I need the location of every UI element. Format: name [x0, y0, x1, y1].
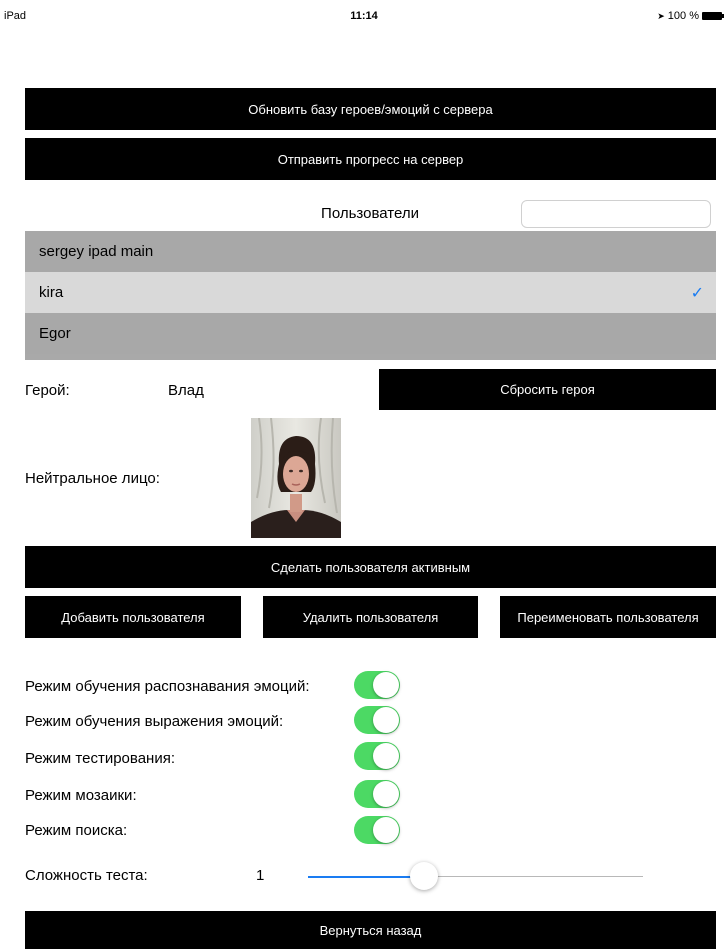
mode-label-testing: Режим тестирования:	[25, 750, 175, 767]
user-name: Egor	[39, 325, 71, 342]
neutral-face-photo	[251, 418, 341, 538]
status-bar: iPad 11:14 ➤ 100 %	[0, 0, 728, 30]
toggle-knob	[373, 817, 399, 843]
status-time: 11:14	[350, 10, 378, 22]
list-item[interactable]: sergey ipad main	[25, 231, 716, 272]
face-photo-image	[251, 418, 341, 538]
reset-hero-button[interactable]: Сбросить героя	[379, 369, 716, 410]
recognition-training-toggle[interactable]	[354, 671, 400, 699]
list-item[interactable]: Egor	[25, 313, 716, 354]
mode-label-search: Режим поиска:	[25, 822, 128, 839]
toggle-knob	[373, 672, 399, 698]
toggle-knob	[373, 781, 399, 807]
difficulty-slider-track-filled[interactable]	[308, 876, 425, 878]
difficulty-label: Сложность теста:	[25, 867, 148, 884]
user-name: kira	[39, 284, 64, 301]
battery-icon	[702, 12, 724, 20]
location-arrow-icon: ➤	[657, 10, 665, 21]
mode-label-recognition-training: Режим обучения распознавания эмоций:	[25, 678, 310, 695]
back-button[interactable]: Вернуться назад	[25, 911, 716, 949]
mosaic-mode-toggle[interactable]	[354, 780, 400, 808]
expression-training-toggle[interactable]	[354, 706, 400, 734]
user-name: sergey ipad main	[39, 243, 154, 260]
hero-label: Герой:	[25, 382, 70, 399]
add-user-button[interactable]: Добавить пользователя	[25, 596, 241, 638]
search-mode-toggle[interactable]	[354, 816, 400, 844]
user-search-input[interactable]	[521, 200, 711, 228]
toggle-knob	[373, 743, 399, 769]
delete-user-button[interactable]: Удалить пользователя	[263, 596, 478, 638]
neutral-face-label: Нейтральное лицо:	[25, 470, 160, 487]
mode-label-mosaic: Режим мозаики:	[25, 787, 137, 804]
update-database-button[interactable]: Обновить базу героев/эмоций с сервера	[25, 88, 716, 130]
testing-mode-toggle[interactable]	[354, 742, 400, 770]
status-right: ➤ 100 %	[657, 10, 724, 22]
difficulty-value: 1	[256, 867, 265, 884]
send-progress-button[interactable]: Отправить прогресс на сервер	[25, 138, 716, 180]
users-list[interactable]: sergey ipad main kira ✓ Egor	[25, 231, 716, 360]
list-item-selected[interactable]: kira ✓	[25, 272, 716, 313]
rename-user-button[interactable]: Переименовать пользователя	[500, 596, 716, 638]
toggle-knob	[373, 707, 399, 733]
difficulty-slider-track[interactable]	[425, 876, 643, 877]
hero-value: Влад	[168, 382, 204, 399]
mode-label-expression-training: Режим обучения выражения эмоций:	[25, 713, 284, 730]
make-user-active-button[interactable]: Сделать пользователя активным	[25, 546, 716, 588]
difficulty-slider-thumb[interactable]	[410, 862, 438, 890]
battery-percent: 100 %	[667, 10, 699, 22]
checkmark-icon: ✓	[690, 285, 704, 302]
